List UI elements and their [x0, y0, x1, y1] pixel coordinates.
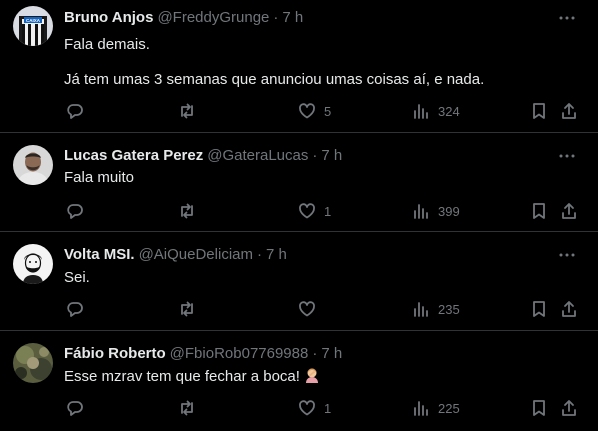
share-icon: [562, 301, 576, 317]
tweet-text: Sei.: [64, 269, 90, 286]
share-icon: [562, 103, 576, 119]
like-button[interactable]: 1: [298, 201, 331, 221]
tweet-header: Lucas Gatera Perez @GateraLucas · 7 h: [64, 146, 342, 166]
views-count: 399: [438, 203, 460, 219]
bookmark-icon: [533, 203, 545, 219]
separator: ·: [257, 246, 262, 263]
retweet-icon: [181, 301, 193, 317]
retweet-icon: [181, 203, 193, 219]
author-name[interactable]: Bruno Anjos: [64, 9, 153, 26]
bookmark-icon: [533, 301, 545, 317]
retweet-icon: [181, 400, 193, 416]
tweet-text: Esse mzrav tem que fechar a boca!: [64, 367, 320, 387]
avatar[interactable]: [13, 145, 53, 185]
bookmark-button[interactable]: [530, 398, 548, 418]
separator: ·: [273, 9, 279, 26]
views-button[interactable]: 235: [412, 299, 460, 319]
avatar-logo-text: CAIXA: [26, 18, 41, 23]
author-handle[interactable]: @FbioRob07769988: [170, 345, 309, 362]
views-icon: [414, 204, 428, 219]
like-button[interactable]: [298, 299, 324, 319]
avatar[interactable]: [13, 343, 53, 383]
like-icon: [299, 301, 315, 317]
reply-button[interactable]: [66, 398, 92, 418]
share-button[interactable]: [560, 299, 578, 319]
bookmark-icon: [533, 400, 545, 416]
tweet-header: Volta MSI. @AiQueDeliciam · 7 h: [64, 245, 287, 265]
tweet-text: Fala muito: [64, 169, 135, 186]
facepalm-emoji-icon: [305, 368, 318, 383]
views-count: 324: [438, 103, 460, 119]
timestamp[interactable]: 7 h: [282, 9, 303, 26]
views-button[interactable]: 225: [412, 398, 460, 418]
like-button[interactable]: 1: [298, 398, 331, 418]
tweet[interactable]: Volta MSI. @AiQueDeliciam · 7 h Sei. 235: [0, 232, 598, 331]
author-name[interactable]: Lucas Gatera Perez: [64, 147, 203, 164]
views-icon: [414, 302, 428, 317]
bookmark-icon: [533, 103, 545, 119]
reply-button[interactable]: [66, 101, 92, 121]
tweet[interactable]: Fábio Roberto @FbioRob07769988 · 7 h Esse m…: [0, 331, 598, 431]
share-button[interactable]: [560, 201, 578, 221]
author-handle[interactable]: @FreddyGrunge: [157, 9, 269, 26]
share-button[interactable]: [560, 101, 578, 121]
like-icon: [299, 400, 315, 416]
more-icon[interactable]: [558, 9, 576, 27]
reply-icon: [67, 302, 83, 317]
separator: ·: [312, 345, 318, 362]
timestamp[interactable]: 7 h: [321, 147, 342, 164]
tweet[interactable]: CAIXA Bruno Anjos @FreddyGrunge · 7 h Fala …: [0, 0, 598, 133]
views-icon: [414, 104, 428, 119]
views-count: 235: [438, 301, 460, 317]
tweet-actions: 235: [64, 299, 584, 319]
like-count: 1: [324, 400, 332, 416]
timestamp[interactable]: 7 h: [321, 345, 342, 362]
retweet-button[interactable]: [178, 299, 204, 319]
author-handle[interactable]: @AiQueDeliciam: [139, 246, 253, 263]
like-icon: [299, 203, 315, 219]
share-icon: [562, 400, 576, 416]
tweet-header: Fábio Roberto @FbioRob07769988 · 7 h: [64, 344, 342, 364]
author-handle[interactable]: @GateraLucas: [207, 147, 308, 164]
author-name[interactable]: Fábio Roberto: [64, 345, 166, 362]
views-count: 225: [438, 400, 460, 416]
reply-button[interactable]: [66, 201, 92, 221]
more-icon[interactable]: [558, 246, 576, 264]
share-button[interactable]: [560, 398, 578, 418]
tweet[interactable]: Lucas Gatera Perez @GateraLucas · 7 h Fala …: [0, 133, 598, 232]
more-icon[interactable]: [558, 147, 576, 165]
reply-icon: [67, 204, 83, 219]
separator: ·: [312, 147, 318, 164]
tweet-actions: 1 225: [64, 398, 584, 418]
retweet-button[interactable]: [178, 398, 204, 418]
reply-button[interactable]: [66, 299, 92, 319]
like-count: 1: [324, 203, 332, 219]
views-button[interactable]: 324: [412, 101, 460, 121]
tweet-header: Bruno Anjos @FreddyGrunge · 7 h: [64, 8, 303, 28]
reply-icon: [67, 401, 83, 416]
views-button[interactable]: 399: [412, 201, 460, 221]
like-count: 5: [324, 103, 332, 119]
tweet-text: Fala demais.: [64, 36, 150, 53]
reply-icon: [67, 104, 83, 119]
retweet-button[interactable]: [178, 201, 204, 221]
tweet-text-line2: Já tem umas 3 semanas que anunciou umas …: [64, 71, 485, 88]
bookmark-button[interactable]: [530, 201, 548, 221]
views-icon: [414, 401, 428, 416]
avatar[interactable]: [13, 244, 53, 284]
like-button[interactable]: 5: [298, 101, 331, 121]
bookmark-button[interactable]: [530, 299, 548, 319]
tweet-text-content: Esse mzrav tem que fechar a boca!: [64, 368, 300, 385]
avatar[interactable]: CAIXA: [13, 6, 53, 46]
timestamp[interactable]: 7 h: [266, 246, 287, 263]
retweet-button[interactable]: [178, 101, 204, 121]
retweet-icon: [181, 103, 193, 119]
share-icon: [562, 203, 576, 219]
like-icon: [299, 103, 315, 119]
bookmark-button[interactable]: [530, 101, 548, 121]
tweet-actions: 5 324: [64, 101, 584, 121]
author-name[interactable]: Volta MSI.: [64, 246, 135, 263]
tweet-actions: 1 399: [64, 201, 584, 221]
